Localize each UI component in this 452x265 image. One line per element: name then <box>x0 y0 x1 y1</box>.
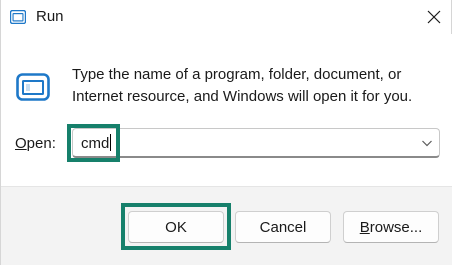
browse-accelerator: B <box>359 218 370 236</box>
window-title: Run <box>36 8 64 25</box>
browse-label-rest: rowse... <box>369 218 423 236</box>
input-highlight-box <box>67 124 120 162</box>
run-large-icon <box>16 73 50 101</box>
description-line-2: Internet resource, and Windows will open… <box>72 88 413 105</box>
close-icon <box>427 10 441 24</box>
title-bar: Run <box>1 0 452 34</box>
open-label-rest: pen: <box>26 135 56 152</box>
browse-button[interactable]: Browse... <box>343 211 439 243</box>
open-label-accelerator: O <box>15 135 27 152</box>
chevron-down-icon[interactable] <box>421 138 433 148</box>
run-icon <box>10 10 26 24</box>
open-label: Open: <box>15 135 56 152</box>
cancel-button[interactable]: Cancel <box>235 211 331 243</box>
description-text: Type the name of a program, folder, docu… <box>72 64 442 108</box>
description-line-1: Type the name of a program, folder, docu… <box>72 66 402 83</box>
dialog-content: Type the name of a program, folder, docu… <box>1 34 452 186</box>
close-button[interactable] <box>417 2 451 32</box>
ok-highlight-box <box>121 203 231 250</box>
run-dialog: Run Type the name of a program, folder, … <box>0 0 452 265</box>
open-combobox[interactable]: cmd <box>72 128 440 158</box>
